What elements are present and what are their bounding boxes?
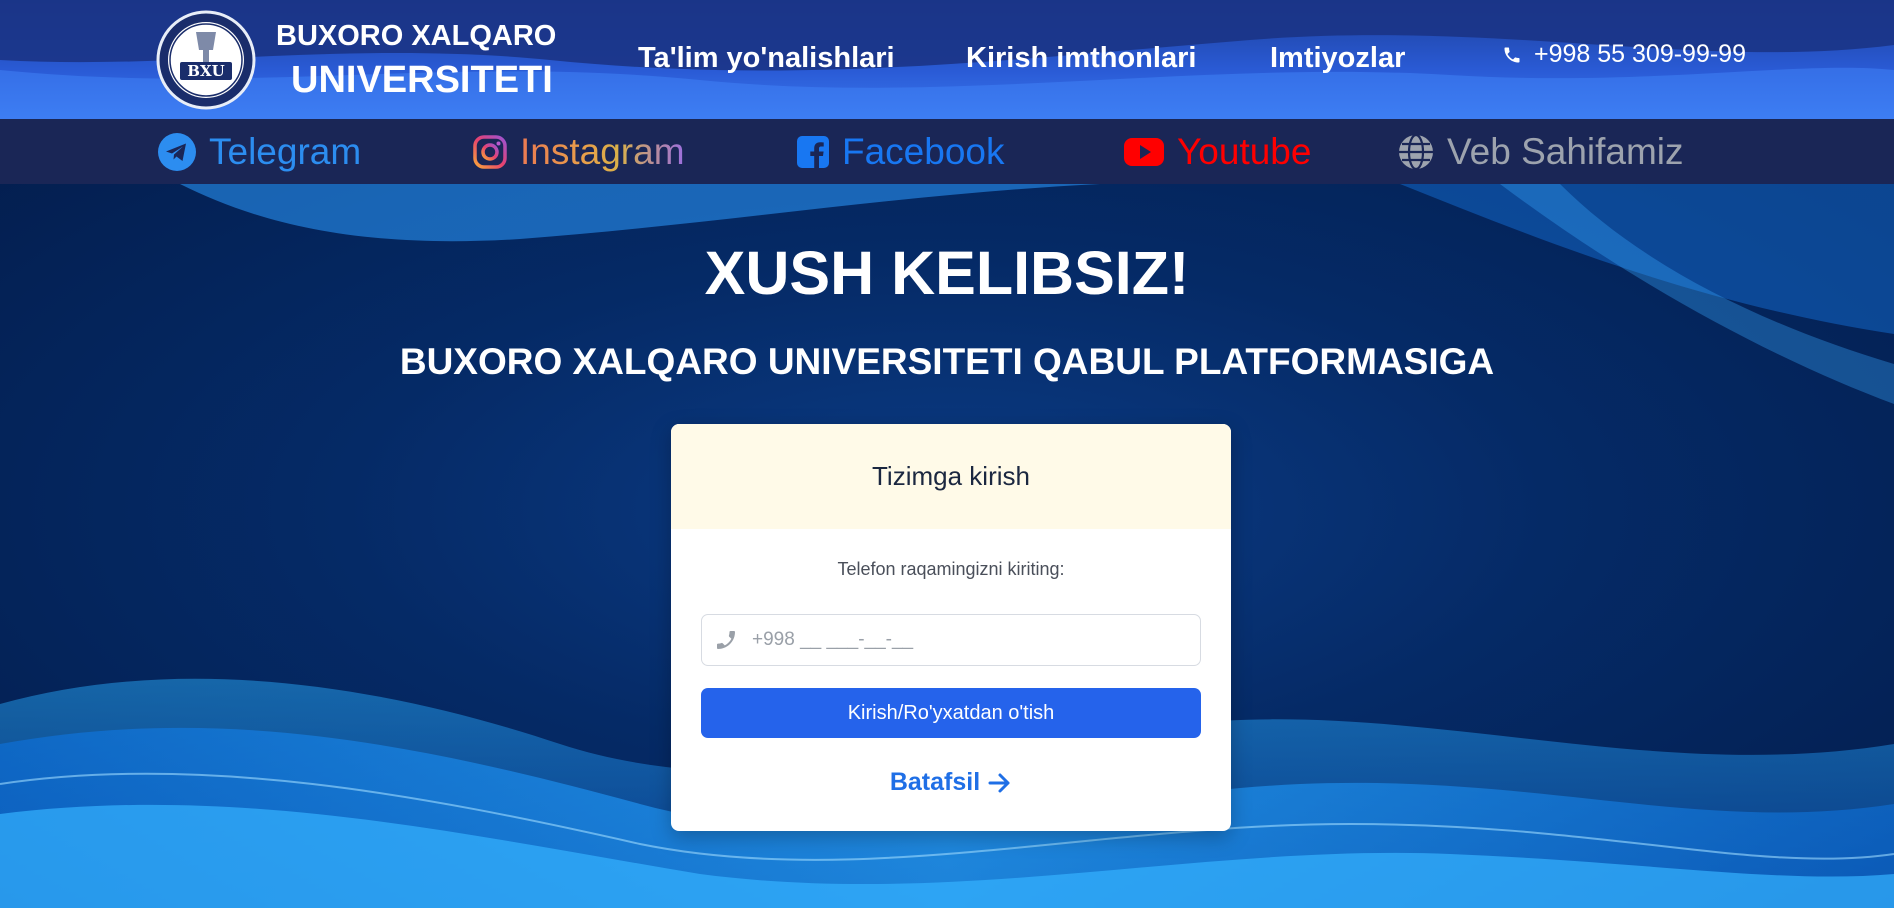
- social-telegram[interactable]: Telegram: [157, 131, 361, 173]
- social-facebook-label: Facebook: [842, 131, 1005, 172]
- nav-talim-yonalishlari[interactable]: Ta'lim yo'nalishlari: [638, 42, 895, 75]
- welcome-subtitle: BUXORO XALQARO UNIVERSITETI QABUL PLATFO…: [399, 341, 1495, 382]
- phone-icon: [1504, 47, 1520, 62]
- university-logo[interactable]: BXU: [156, 10, 256, 110]
- social-youtube-label: Youtube: [1177, 131, 1312, 172]
- nav-imtiyozlar[interactable]: Imtiyozlar: [1270, 42, 1405, 75]
- social-links-bar: Telegram Instagram Facebook Youtube Veb …: [0, 119, 1894, 184]
- nav-kirish-imthonlari[interactable]: Kirish imthonlari: [966, 42, 1196, 75]
- phone-input[interactable]: [750, 628, 1184, 652]
- social-facebook[interactable]: Facebook: [796, 131, 1005, 173]
- facebook-icon: [797, 136, 829, 168]
- social-instagram[interactable]: Instagram: [472, 131, 685, 173]
- brand-name-line2: UNIVERSITETI: [291, 59, 553, 101]
- social-website[interactable]: Veb Sahifamiz: [1397, 131, 1684, 173]
- phone-field-label: Telefon raqamingizni kiriting:: [837, 559, 1065, 579]
- login-card-title: Tizimga kirish: [872, 461, 1030, 491]
- arrow-right-icon: [988, 773, 1010, 792]
- login-register-button[interactable]: Kirish/Ro'yxatdan o'tish: [701, 688, 1201, 738]
- social-website-label: Veb Sahifamiz: [1447, 131, 1684, 172]
- batafsil-link[interactable]: Batafsil: [671, 768, 1231, 797]
- brand-name-line1: BUXORO XALQARO: [276, 20, 557, 52]
- telegram-icon: [158, 133, 196, 171]
- hero-section: XUSH KELIBSIZ! BUXORO XALQARO UNIVERSITE…: [0, 184, 1894, 908]
- social-telegram-label: Telegram: [209, 131, 362, 172]
- social-instagram-label: Instagram: [520, 131, 685, 172]
- batafsil-link-label: Batafsil: [889, 768, 981, 796]
- header-phone-number: +998 55 309-99-99: [1534, 40, 1746, 68]
- login-register-button-label: Kirish/Ro'yxatdan o'tish: [847, 701, 1055, 724]
- svg-text:BXU: BXU: [187, 62, 224, 80]
- social-youtube[interactable]: Youtube: [1123, 131, 1311, 173]
- phone-icon: [702, 628, 750, 652]
- top-header: BXU BUXORO XALQARO UNIVERSITETI Ta'lim y…: [0, 0, 1894, 119]
- instagram-icon: [473, 135, 507, 169]
- login-card-header: Tizimga kirish: [671, 424, 1231, 529]
- welcome-title: XUSH KELIBSIZ!: [704, 239, 1190, 307]
- globe-icon: [1399, 133, 1433, 171]
- header-phone[interactable]: +998 55 309-99-99: [1502, 40, 1746, 69]
- youtube-icon: [1124, 138, 1164, 166]
- login-card: Tizimga kirish Telefon raqamingizni kiri…: [671, 424, 1231, 831]
- phone-input-group: [701, 614, 1201, 666]
